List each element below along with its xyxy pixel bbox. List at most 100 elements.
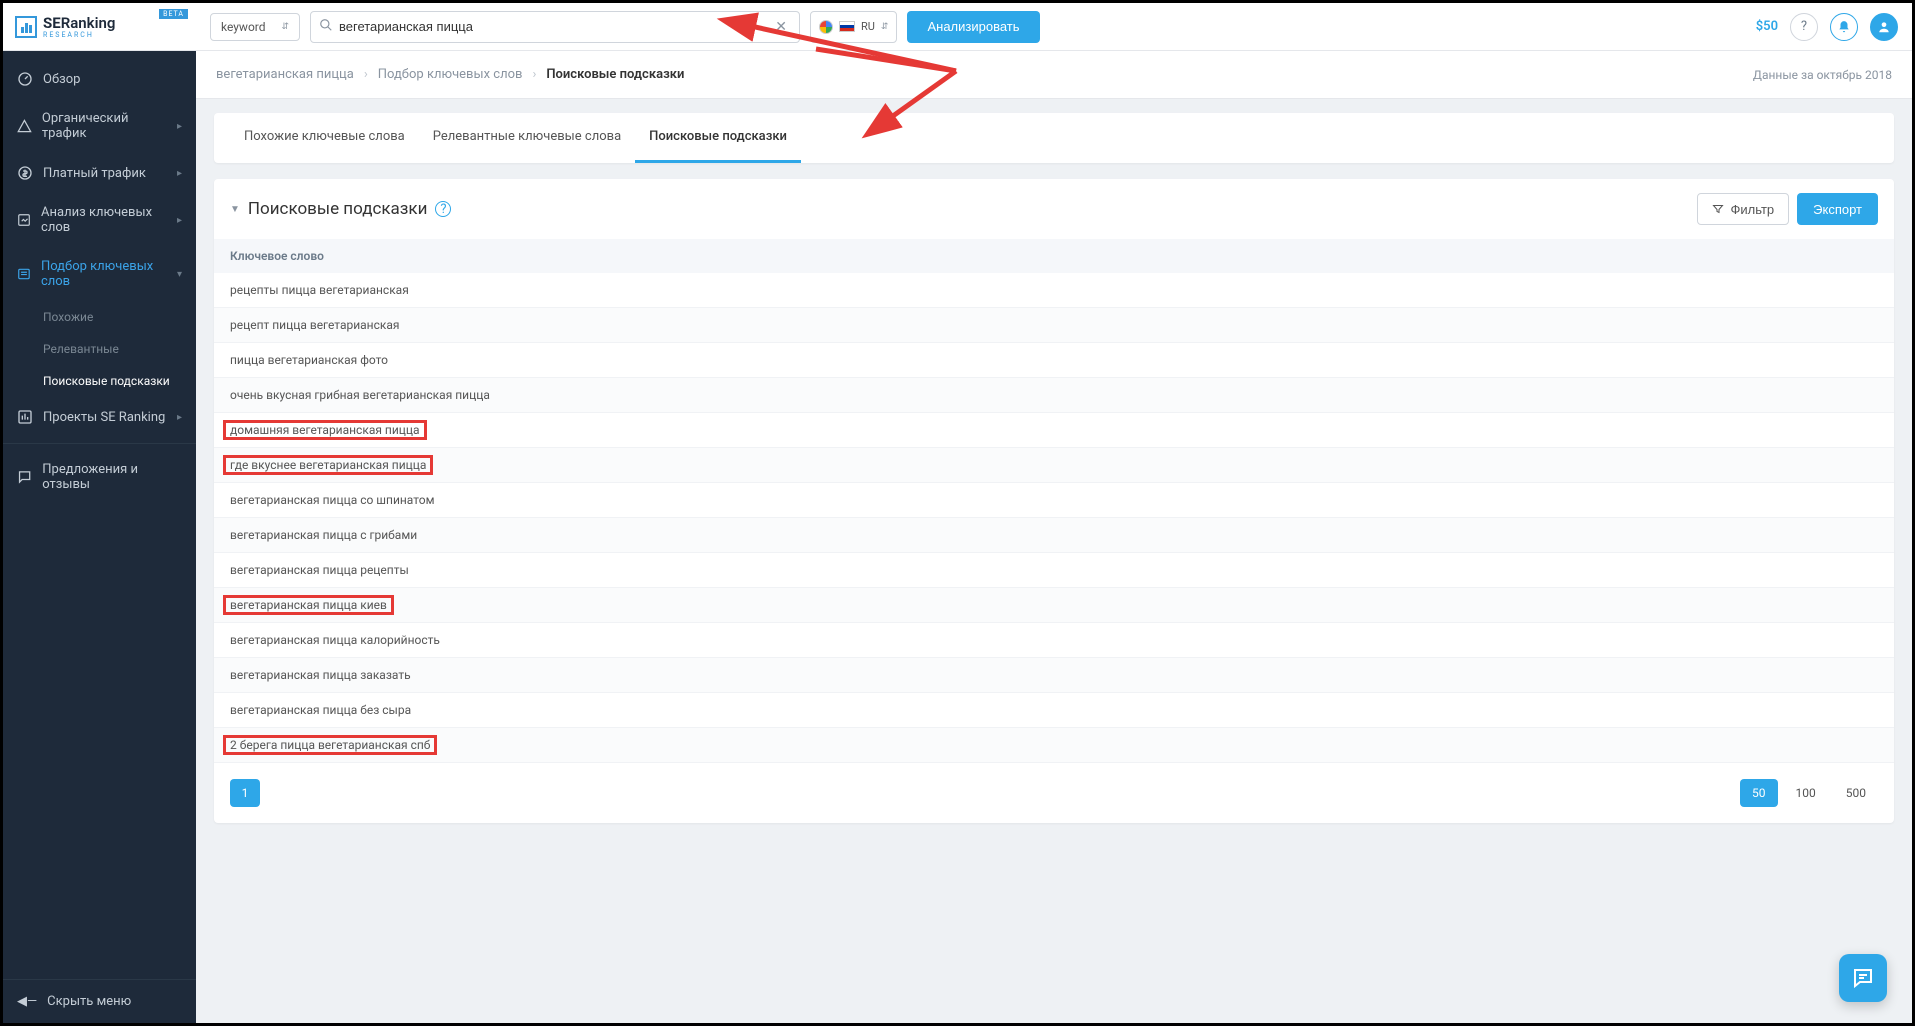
chevron-down-icon: ▾ [177, 269, 182, 280]
table-row[interactable]: 2 берега пицца вегетарианская спб [214, 728, 1894, 763]
panel-head: ▼ Поисковые подсказки ? Фильтр Экспорт [214, 179, 1894, 239]
nav-label: Проекты SE Ranking [43, 410, 165, 425]
data-date: Данные за октябрь 2018 [1753, 68, 1892, 82]
table-body: рецепты пицца вегетарианскаярецепт пицца… [214, 273, 1894, 763]
locale-text: RU [861, 20, 875, 33]
table-row[interactable]: вегетарианская пицца со шпинатом [214, 483, 1894, 518]
sub-relevant[interactable]: Релевантные [39, 333, 196, 365]
clear-icon[interactable]: ✕ [771, 19, 791, 35]
tabs: Похожие ключевые слова Релевантные ключе… [214, 113, 1894, 163]
nav-label: Анализ ключевых слов [41, 205, 167, 235]
crumb-section[interactable]: Подбор ключевых слов [378, 67, 523, 82]
nav-label: Обзор [43, 72, 80, 87]
select-value: keyword [221, 20, 266, 34]
table-row[interactable]: вегетарианская пицца без сыра [214, 693, 1894, 728]
chevron-right-icon: ▸ [177, 412, 182, 423]
sub-similar[interactable]: Похожие [39, 301, 196, 333]
nav-overview[interactable]: Обзор [3, 59, 196, 99]
table-row[interactable]: вегетарианская пицца рецепты [214, 553, 1894, 588]
table-row[interactable]: очень вкусная грибная вегетарианская пиц… [214, 378, 1894, 413]
warning-icon [17, 118, 32, 134]
dollar-icon [17, 165, 33, 181]
page-size: 50 100 500 [1740, 779, 1878, 807]
highlighted-keyword: вегетарианская пицца киев [223, 595, 394, 615]
nav-paid[interactable]: Платный трафик ▸ [3, 153, 196, 193]
help-button[interactable]: ? [1790, 13, 1818, 41]
panel-actions: Фильтр Экспорт [1697, 193, 1878, 225]
credit-amount[interactable]: $50 [1756, 19, 1778, 34]
page-size-500[interactable]: 500 [1834, 779, 1878, 807]
analysis-icon [17, 212, 31, 228]
sub-suggestions[interactable]: Поисковые подсказки [39, 365, 196, 397]
highlighted-keyword: 2 берега пицца вегетарианская спб [223, 735, 437, 755]
table-row[interactable]: где вкуснее вегетарианская пицца [214, 448, 1894, 483]
chevron-right-icon: › [364, 67, 368, 82]
table-row[interactable]: вегетарианская пицца киев [214, 588, 1894, 623]
page-1[interactable]: 1 [230, 779, 260, 807]
select-arrows-icon: ⇵ [881, 22, 889, 32]
topbar-right: $50 ? [1756, 13, 1898, 41]
nav-label: Подбор ключевых слов [41, 259, 167, 289]
search-type-select[interactable]: keyword ⇵ [210, 13, 300, 41]
chat-button[interactable] [1839, 954, 1887, 1002]
highlighted-keyword: где вкуснее вегетарианская пицца [223, 455, 433, 475]
export-button[interactable]: Экспорт [1797, 193, 1878, 225]
table-row[interactable]: рецепты пицца вегетарианская [214, 273, 1894, 308]
select-arrows-icon: ⇵ [281, 22, 289, 32]
pagination: 1 50 100 500 [214, 763, 1894, 823]
comment-icon [17, 469, 32, 485]
beta-badge: BETA [159, 9, 188, 19]
search-input[interactable] [339, 19, 771, 34]
list-icon [17, 266, 31, 282]
help-icon[interactable]: ? [435, 201, 451, 217]
collapse-triangle-icon[interactable]: ▼ [230, 204, 240, 215]
search-icon [319, 18, 333, 36]
table-row[interactable]: домашняя вегетарианская пицца [214, 413, 1894, 448]
panel-title: ▼ Поисковые подсказки ? [230, 199, 451, 219]
nav-keyword-analysis[interactable]: Анализ ключевых слов ▸ [3, 193, 196, 247]
tab-similar[interactable]: Похожие ключевые слова [230, 113, 419, 163]
table-row[interactable]: пицца вегетарианская фото [214, 343, 1894, 378]
filter-icon [1712, 203, 1724, 215]
crumb-keyword[interactable]: вегетарианская пицца [216, 67, 354, 82]
collapse-label: Скрыть меню [47, 994, 131, 1009]
divider [3, 443, 196, 444]
user-menu-button[interactable] [1870, 13, 1898, 41]
tab-relevant[interactable]: Релевантные ключевые слова [419, 113, 635, 163]
nav-label: Органический трафик [42, 111, 167, 141]
column-keyword: Ключевое слово [230, 249, 324, 263]
nav-label: Платный трафик [43, 166, 146, 181]
content: Похожие ключевые слова Релевантные ключе… [196, 99, 1912, 1023]
nav-projects[interactable]: Проекты SE Ranking ▸ [3, 397, 196, 437]
nav-organic[interactable]: Органический трафик ▸ [3, 99, 196, 153]
breadcrumbs: вегетарианская пицца › Подбор ключевых с… [196, 51, 1912, 99]
page-size-50[interactable]: 50 [1740, 779, 1778, 807]
highlighted-keyword: домашняя вегетарианская пицца [223, 420, 427, 440]
tab-suggestions[interactable]: Поисковые подсказки [635, 113, 801, 163]
table-row[interactable]: вегетарианская пицца заказать [214, 658, 1894, 693]
user-icon [1877, 20, 1891, 34]
notifications-button[interactable] [1830, 13, 1858, 41]
table-row[interactable]: вегетарианская пицца калорийность [214, 623, 1894, 658]
chevron-right-icon: ▸ [177, 215, 182, 226]
locale-select[interactable]: RU ⇵ [810, 11, 897, 43]
bell-icon [1837, 20, 1851, 34]
logo[interactable]: SERanking RESEARCH BETA [3, 3, 196, 51]
nav-keyword-selection[interactable]: Подбор ключевых слов ▾ [3, 247, 196, 301]
nav-feedback[interactable]: Предложения и отзывы [3, 450, 196, 504]
table-row[interactable]: вегетарианская пицца с грибами [214, 518, 1894, 553]
analyze-button[interactable]: Анализировать [907, 11, 1039, 43]
filter-label: Фильтр [1730, 202, 1774, 217]
page-size-100[interactable]: 100 [1784, 779, 1828, 807]
nav: Обзор Органический трафик ▸ Платный траф… [3, 51, 196, 979]
collapse-menu[interactable]: ◀— Скрыть меню [3, 979, 196, 1023]
topbar: keyword ⇵ ✕ RU ⇵ Анализировать $50 ? [196, 3, 1912, 51]
nav-label: Предложения и отзывы [42, 462, 182, 492]
sidebar: SERanking RESEARCH BETA Обзор Органическ… [3, 3, 196, 1023]
search-input-wrap: ✕ [310, 11, 800, 43]
table-row[interactable]: рецепт пицца вегетарианская [214, 308, 1894, 343]
collapse-icon: ◀— [17, 994, 37, 1009]
main: keyword ⇵ ✕ RU ⇵ Анализировать $50 ? [196, 3, 1912, 1023]
chat-icon [1851, 966, 1875, 990]
filter-button[interactable]: Фильтр [1697, 193, 1789, 225]
